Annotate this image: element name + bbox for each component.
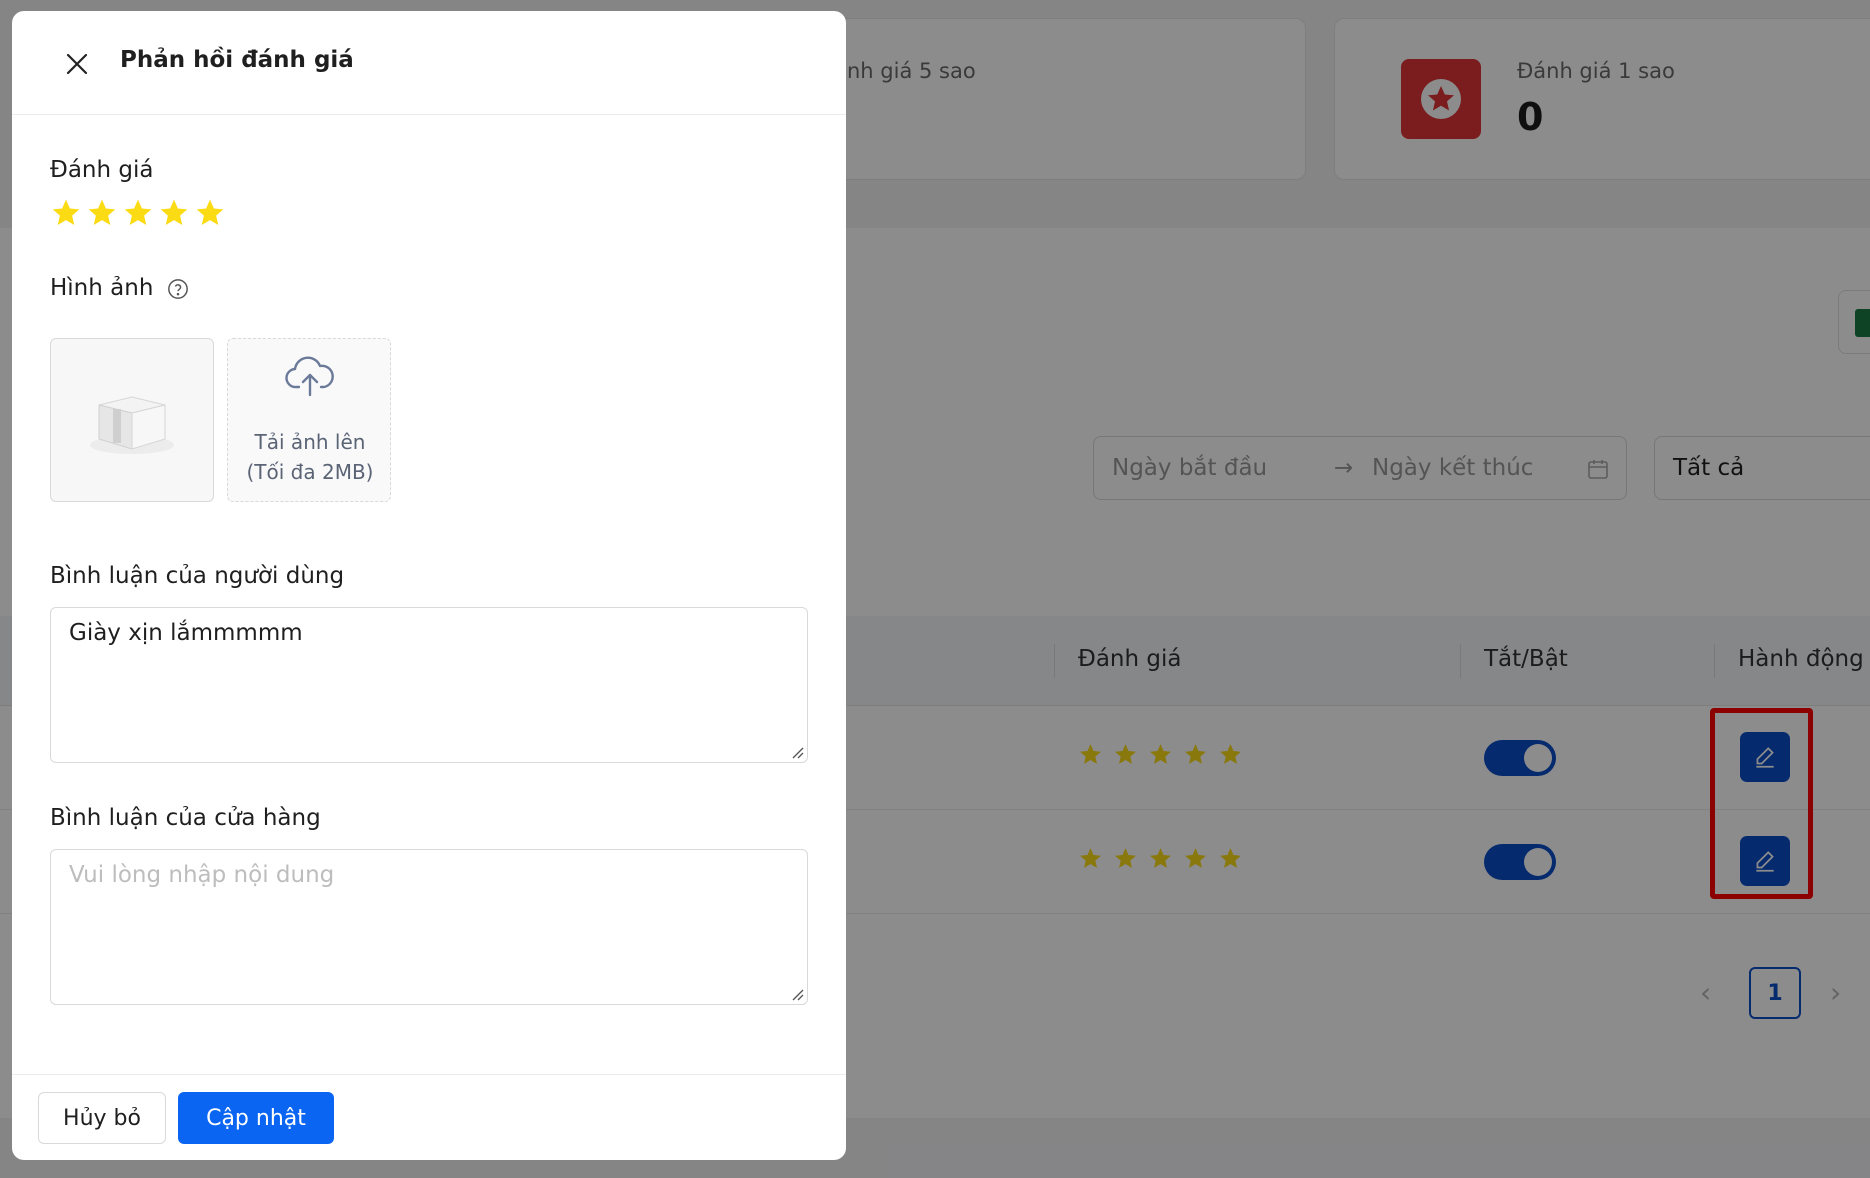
resize-handle-icon[interactable] — [790, 745, 804, 759]
upload-button[interactable]: Tải ảnh lên (Tối đa 2MB) — [227, 338, 391, 502]
close-icon[interactable] — [60, 47, 94, 81]
user-comment-textarea[interactable]: Giày xịn lắmmmmm — [50, 607, 808, 763]
empty-box-image — [90, 396, 174, 454]
star-icon[interactable] — [86, 197, 118, 229]
cloud-upload-icon — [285, 356, 334, 397]
images-label: Hình ảnh — [50, 275, 189, 301]
upload-text-line2: (Tối đa 2MB) — [246, 460, 374, 484]
star-icon[interactable] — [50, 197, 82, 229]
image-thumbnail[interactable] — [50, 338, 214, 502]
drawer-title: Phản hồi đánh giá — [120, 47, 354, 73]
star-icon[interactable] — [122, 197, 154, 229]
rating-input[interactable] — [50, 197, 226, 229]
upload-text-line1: Tải ảnh lên — [254, 430, 366, 454]
store-comment-textarea[interactable] — [50, 849, 808, 1005]
help-icon[interactable] — [167, 278, 189, 300]
star-icon[interactable] — [158, 197, 190, 229]
resize-handle-icon[interactable] — [790, 987, 804, 1001]
drawer-footer: Hủy bỏ Cập nhật — [12, 1074, 846, 1160]
update-button[interactable]: Cập nhật — [178, 1092, 334, 1144]
images-label-text: Hình ảnh — [50, 275, 154, 301]
star-icon[interactable] — [194, 197, 226, 229]
drawer-header: Phản hồi đánh giá — [12, 11, 846, 115]
feedback-drawer: Phản hồi đánh giá Đánh giá Hình ảnh Tải … — [12, 11, 846, 1160]
rating-label: Đánh giá — [50, 157, 154, 183]
store-comment-label: Bình luận của cửa hàng — [50, 805, 321, 831]
cancel-button[interactable]: Hủy bỏ — [38, 1092, 166, 1144]
user-comment-label: Bình luận của người dùng — [50, 563, 345, 589]
